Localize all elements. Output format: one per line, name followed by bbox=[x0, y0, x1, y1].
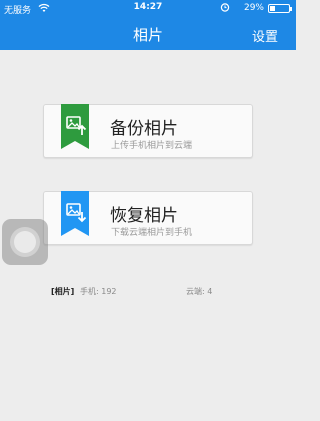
stats-section-label: [相片] bbox=[51, 287, 75, 296]
restore-photos-button[interactable]: 恢复相片 下载云端相片到手机 bbox=[43, 191, 253, 245]
phone-photo-count: 手机: 192 bbox=[80, 287, 117, 296]
battery-level bbox=[270, 6, 275, 11]
photo-upload-icon bbox=[61, 104, 89, 149]
backup-photos-label: 备份相片 bbox=[110, 119, 178, 139]
nav-bar: 相片 设置 bbox=[0, 16, 296, 50]
battery-percent: 29% bbox=[243, 3, 264, 13]
assistive-touch-ring-inner bbox=[14, 231, 36, 253]
cloud-photo-count: 云端: 4 bbox=[186, 287, 213, 296]
backup-photos-subtitle: 上传手机相片到云端 bbox=[111, 141, 193, 151]
alarm-icon bbox=[220, 2, 230, 15]
settings-button[interactable]: 设置 bbox=[252, 26, 278, 45]
assistive-touch-button[interactable] bbox=[2, 219, 48, 265]
battery-icon bbox=[268, 4, 292, 13]
restore-photos-label: 恢复相片 bbox=[110, 206, 178, 226]
restore-photos-subtitle: 下载云端相片到手机 bbox=[111, 228, 193, 238]
status-bar: 无服务 14:27 29% bbox=[0, 0, 296, 16]
backup-photos-button[interactable]: 备份相片 上传手机相片到云端 bbox=[43, 104, 253, 158]
photo-download-icon bbox=[61, 191, 89, 236]
